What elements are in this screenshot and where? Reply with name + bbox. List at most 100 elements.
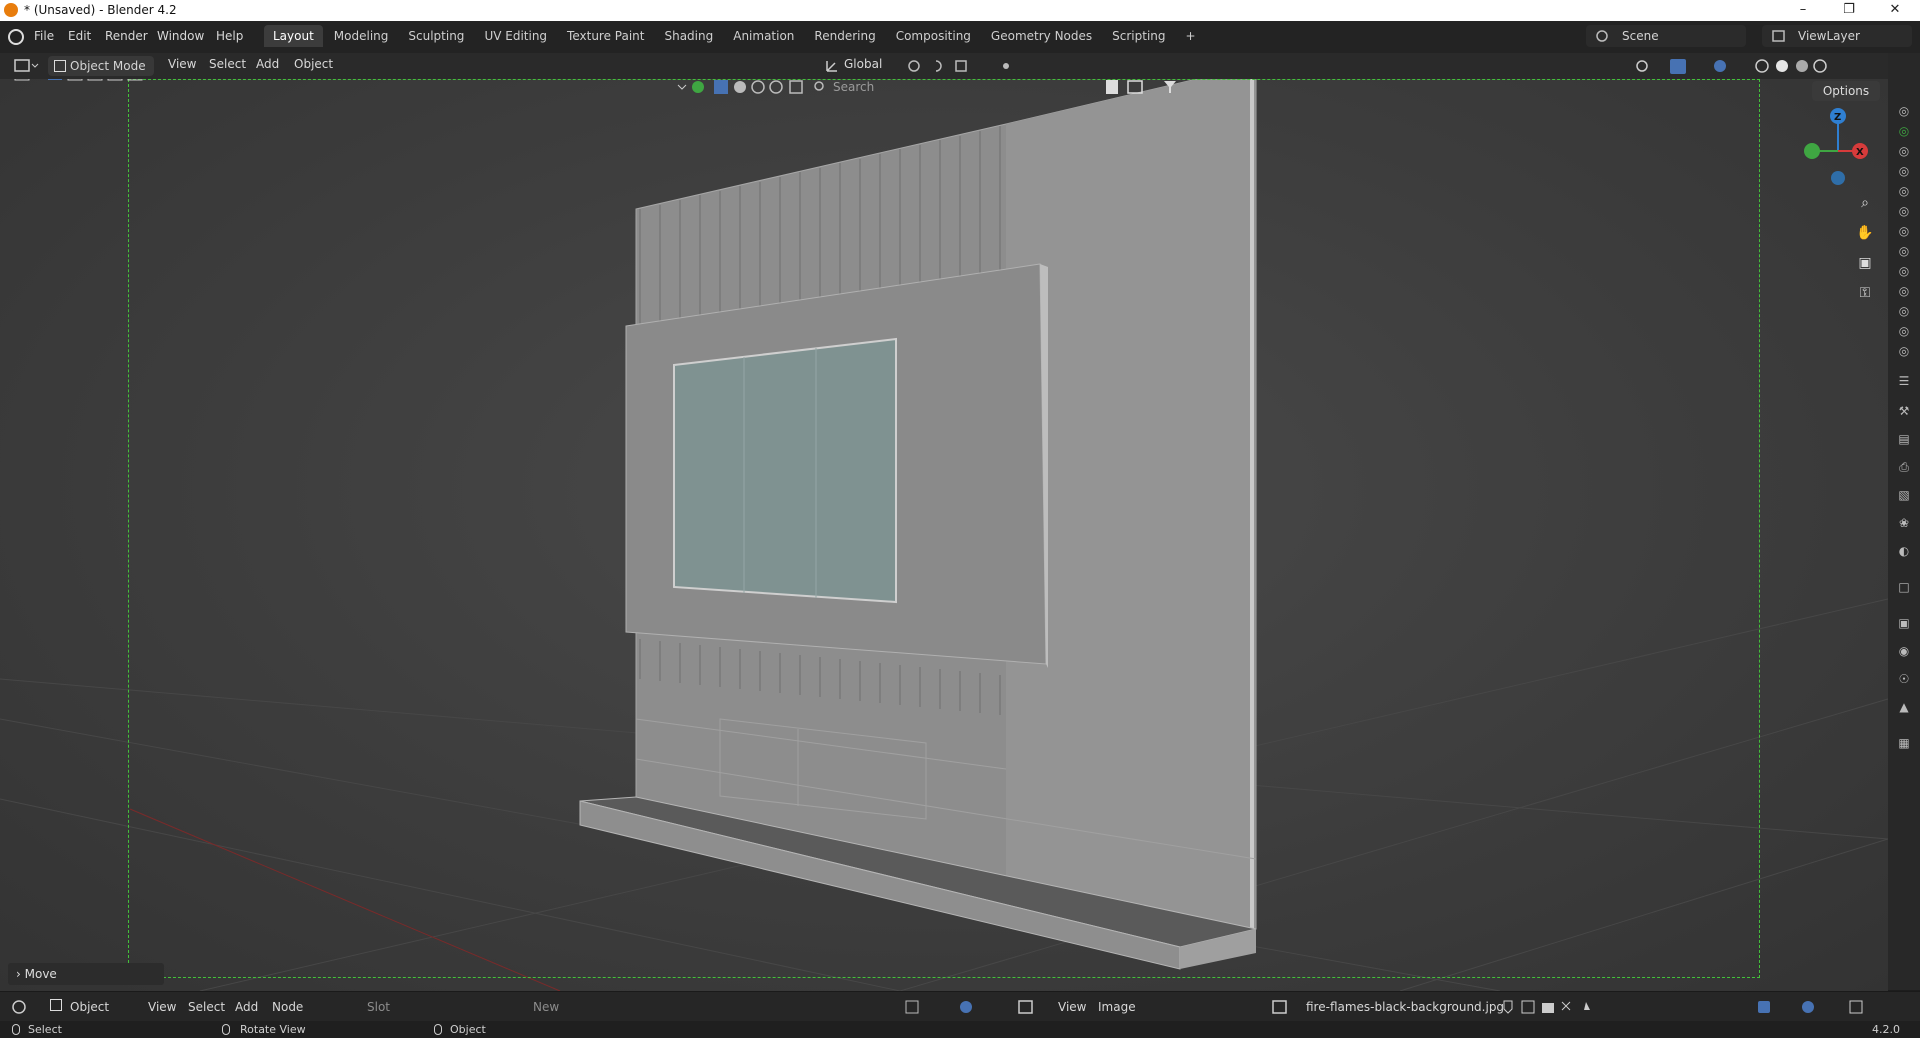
camera-visibility-icon[interactable]: ◎: [1896, 143, 1912, 159]
transform-orientation-icon: [826, 61, 837, 72]
shader-menu-add[interactable]: Add: [235, 1000, 258, 1014]
viewport-menu-object[interactable]: Object: [294, 57, 333, 71]
menu-help[interactable]: Help: [216, 29, 243, 43]
camera-visibility-icon[interactable]: ◎: [1896, 323, 1912, 339]
status-object: Object: [450, 1023, 486, 1036]
viewport-overlays-icons[interactable]: [1630, 56, 1830, 76]
camera-visibility-icon[interactable]: ◎: [1896, 163, 1912, 179]
tab-modeling[interactable]: Modeling: [325, 25, 398, 47]
image-overlay-icons[interactable]: [1750, 998, 1870, 1016]
tab-rendering[interactable]: Rendering: [805, 25, 884, 47]
image-menu-image[interactable]: Image: [1098, 1000, 1136, 1014]
view-layer-name: ViewLayer: [1798, 29, 1860, 43]
scene-props-icon[interactable]: ❀: [1896, 515, 1912, 531]
menu-window[interactable]: Window: [157, 29, 204, 43]
add-workspace-button[interactable]: +: [1177, 25, 1205, 47]
new-material-button[interactable]: New: [533, 1000, 559, 1014]
close-button[interactable]: ✕: [1872, 0, 1918, 21]
camera-visibility-icon[interactable]: ◎: [1896, 223, 1912, 239]
shader-menu-select[interactable]: Select: [188, 1000, 225, 1014]
lock-icon[interactable]: ⚿: [1854, 282, 1876, 304]
view-layer-selector[interactable]: ViewLayer: [1762, 25, 1912, 47]
minimize-button[interactable]: –: [1780, 0, 1826, 21]
scene-name: Scene: [1622, 29, 1659, 43]
collection-icon[interactable]: □: [1896, 579, 1912, 595]
viewport-filter-icons[interactable]: [676, 77, 1216, 99]
selection-mode-icons[interactable]: [12, 79, 152, 85]
zoom-icon[interactable]: ⌕: [1854, 192, 1876, 214]
menu-render[interactable]: Render: [105, 29, 148, 43]
status-bar: Select Rotate View Object 4.2.0: [0, 1021, 1920, 1038]
scene-selector[interactable]: Scene: [1586, 25, 1746, 47]
tab-animation[interactable]: Animation: [724, 25, 803, 47]
options-dropdown[interactable]: Options: [1812, 81, 1880, 101]
camera-icon[interactable]: ▣: [1854, 252, 1876, 274]
camera-visibility-icon[interactable]: ◎: [1896, 243, 1912, 259]
camera-visibility-active-icon[interactable]: ◎: [1896, 123, 1912, 139]
tab-scripting[interactable]: Scripting: [1103, 25, 1174, 47]
slot-dropdown[interactable]: Slot: [367, 1000, 390, 1014]
menu-edit[interactable]: Edit: [68, 29, 91, 43]
image-actions-icons[interactable]: [1500, 998, 1600, 1016]
constraints-icon[interactable]: ☉: [1896, 671, 1912, 687]
tab-sculpting[interactable]: Sculpting: [399, 25, 473, 47]
camera-visibility-icon[interactable]: ◎: [1896, 283, 1912, 299]
shader-menu-node[interactable]: Node: [272, 1000, 303, 1014]
shader-object-dropdown[interactable]: Object: [70, 1000, 109, 1014]
tab-compositing[interactable]: Compositing: [887, 25, 980, 47]
editor-type-icon[interactable]: [12, 56, 40, 76]
tab-geometry-nodes[interactable]: Geometry Nodes: [982, 25, 1101, 47]
texture-icon[interactable]: ▦: [1896, 735, 1912, 751]
tab-layout[interactable]: Layout: [264, 25, 323, 47]
blender-logo-icon[interactable]: [8, 29, 24, 45]
tab-texture-paint[interactable]: Texture Paint: [558, 25, 653, 47]
view-layer-icon: [1772, 30, 1785, 42]
viewport-menu-select[interactable]: Select: [209, 57, 246, 71]
snapping-proportional-icons[interactable]: [906, 57, 1026, 75]
shader-overlay-icons[interactable]: [880, 998, 980, 1016]
3d-viewport[interactable]: Z X ⌕ ✋ ▣ ⚿: [0, 79, 1888, 991]
object-icon[interactable]: ▣: [1896, 615, 1912, 631]
data-icon[interactable]: ▲: [1896, 699, 1912, 715]
view-layer-icon[interactable]: ▧: [1896, 487, 1912, 503]
viewport-search-input[interactable]: Search: [833, 80, 874, 94]
maximize-button[interactable]: ❐: [1826, 0, 1872, 21]
transform-orientation-dropdown[interactable]: Global: [844, 57, 882, 71]
shader-menu-view[interactable]: View: [148, 1000, 176, 1014]
shader-editor-type-icon[interactable]: [10, 998, 40, 1016]
wrench-icon[interactable]: ⚒: [1896, 403, 1912, 419]
camera-visibility-icon[interactable]: ◎: [1896, 183, 1912, 199]
tab-uv-editing[interactable]: UV Editing: [475, 25, 556, 47]
object-mode-icon: [54, 60, 66, 72]
object-mode-dropdown[interactable]: Object Mode: [48, 56, 154, 76]
status-select: Select: [28, 1023, 62, 1036]
gizmo-y-axis[interactable]: [1804, 143, 1820, 159]
image-menu-view[interactable]: View: [1058, 1000, 1086, 1014]
object-mode-label: Object Mode: [70, 59, 146, 73]
world-icon[interactable]: ◐: [1896, 543, 1912, 559]
image-editor-type-icon[interactable]: [1016, 998, 1040, 1016]
camera-visibility-icon[interactable]: ◎: [1896, 203, 1912, 219]
image-browse-icon[interactable]: [1270, 998, 1292, 1016]
camera-visibility-icon[interactable]: ◎: [1896, 103, 1912, 119]
navigation-gizmo[interactable]: Z X: [1790, 106, 1880, 196]
properties-tool-icon[interactable]: ☰: [1896, 373, 1912, 389]
image-name-field[interactable]: fire-flames-black-background.jpg: [1306, 1000, 1504, 1014]
last-operator-panel[interactable]: › Move: [8, 963, 164, 985]
workspace-tabs: Layout Modeling Sculpting UV Editing Tex…: [264, 25, 1205, 47]
output-icon[interactable]: ⎙: [1896, 459, 1912, 475]
viewport-menu-view[interactable]: View: [168, 57, 196, 71]
object-type-icon: [50, 999, 62, 1011]
chevron-right-icon: ›: [16, 967, 25, 981]
menu-file[interactable]: File: [34, 29, 54, 43]
tab-shading[interactable]: Shading: [655, 25, 722, 47]
viewport-active-border: [128, 79, 1760, 978]
camera-visibility-icon[interactable]: ◎: [1896, 343, 1912, 359]
camera-visibility-icon[interactable]: ◎: [1896, 303, 1912, 319]
physics-icon[interactable]: ◉: [1896, 643, 1912, 659]
camera-visibility-icon[interactable]: ◎: [1896, 263, 1912, 279]
gizmo-neg-z-axis[interactable]: [1831, 171, 1845, 185]
render-icon[interactable]: ▤: [1896, 431, 1912, 447]
pan-hand-icon[interactable]: ✋: [1854, 222, 1876, 244]
viewport-menu-add[interactable]: Add: [256, 57, 279, 71]
